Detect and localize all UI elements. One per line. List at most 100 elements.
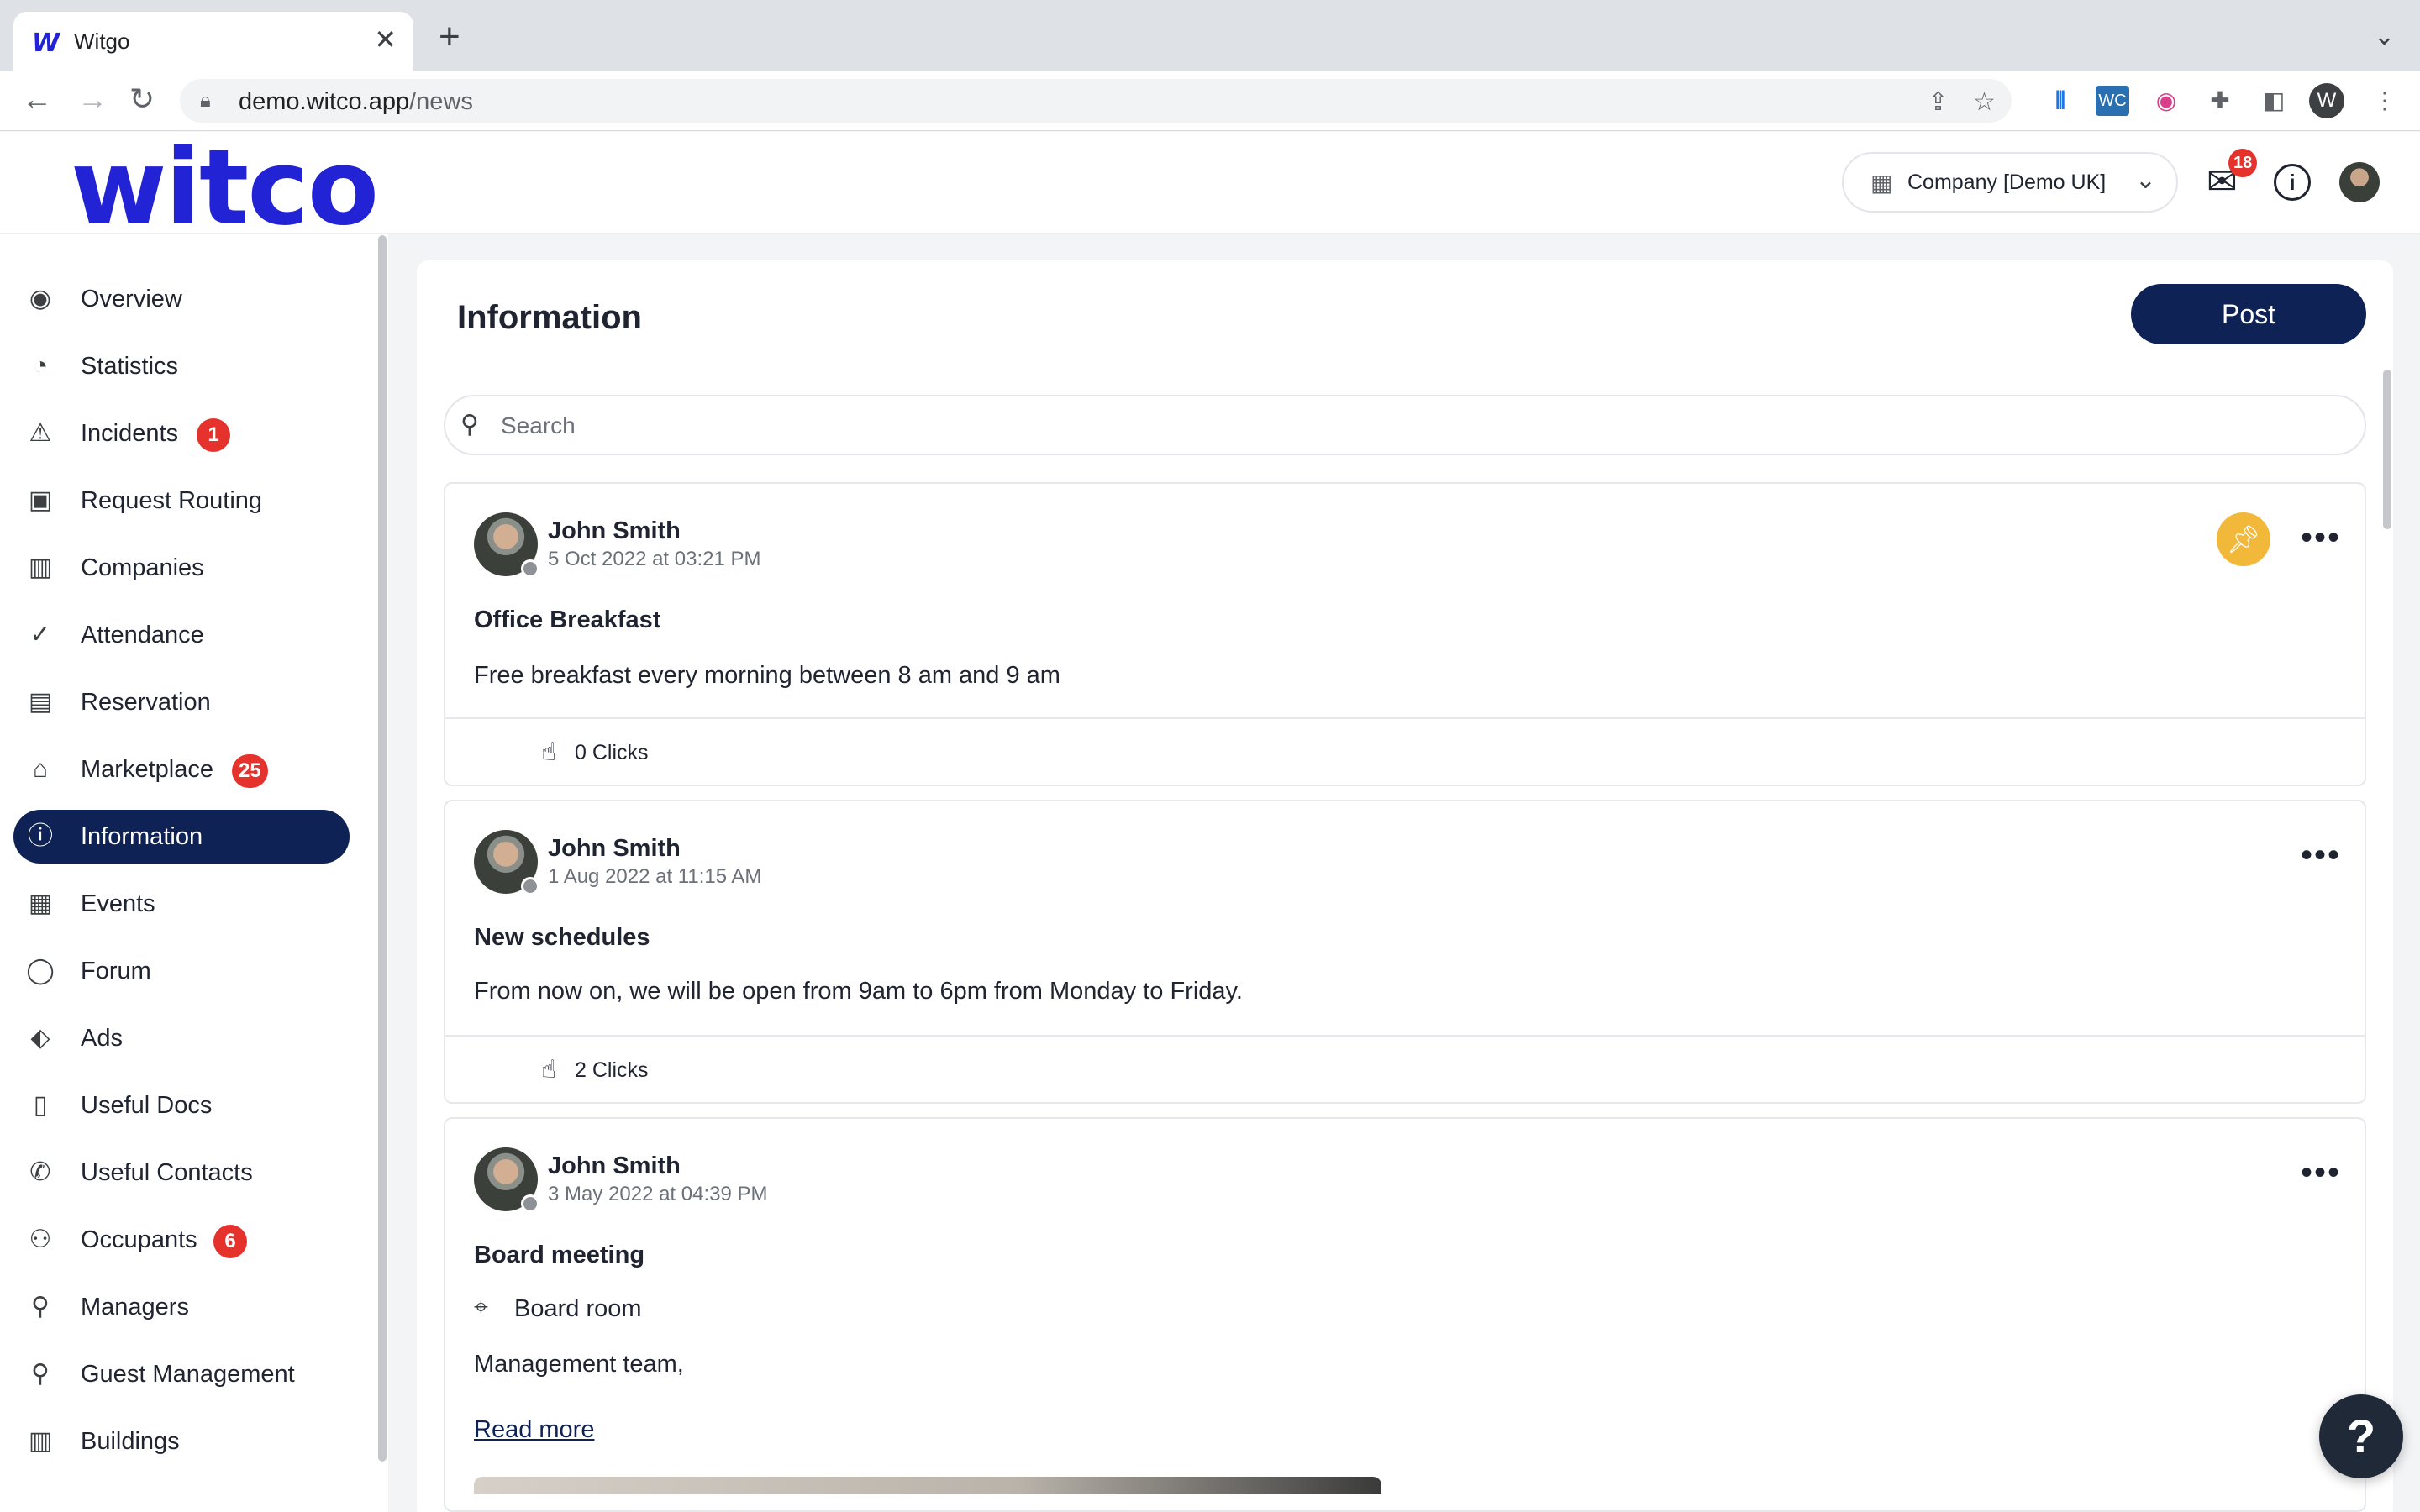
status-dot <box>521 877 539 895</box>
extension-bars-icon[interactable]: ⫴ <box>2045 86 2075 116</box>
sidebar-item-information[interactable]: ⓘ Information <box>13 810 350 864</box>
pin-icon[interactable]: 📌︎ <box>2217 512 2270 566</box>
sidebar-item-companies[interactable]: ▥ Companies <box>13 541 350 595</box>
users-icon: ⚇ <box>29 1226 52 1253</box>
info-icon: ⓘ <box>28 822 53 850</box>
extension-color-icon[interactable]: ◉ <box>2151 86 2181 116</box>
sidebar-item-incidents[interactable]: ⚠ Incidents 1 <box>13 407 350 460</box>
read-more-link[interactable]: Read more <box>474 1416 594 1444</box>
sidebar-item-events[interactable]: ▦ Events <box>13 877 350 931</box>
more-options-icon[interactable]: ••• <box>2301 838 2341 872</box>
post-footer: ☝ 2 Clicks <box>445 1035 2365 1102</box>
sidebar-item-forum[interactable]: ◯ Forum <box>13 944 350 998</box>
post-button[interactable]: Post <box>2131 284 2366 344</box>
sidebar-item-ads[interactable]: ⬖ Ads <box>13 1011 350 1065</box>
post-body: Free breakfast every morning between 8 a… <box>474 662 1060 689</box>
profile-avatar-icon[interactable]: W <box>2309 83 2344 118</box>
sidebar-item-label: Useful Docs <box>81 1092 213 1119</box>
sidebar-item-overview[interactable]: ◉ Overview <box>13 272 350 326</box>
sidebar-item-label: Forum <box>81 958 151 984</box>
sidebar-item-label: Buildings <box>81 1428 180 1455</box>
status-dot <box>521 559 539 578</box>
eye-icon: ◉ <box>29 285 52 312</box>
sidebar-item-label: Managers <box>81 1294 189 1320</box>
bookmark-star-icon[interactable]: ☆ <box>1973 87 1996 117</box>
extensions-puzzle-icon[interactable]: ✚ <box>2205 86 2235 116</box>
sidebar-item-label: Information <box>81 823 203 850</box>
news-post[interactable]: John Smith 5 Oct 2022 at 03:21 PM 📌︎ •••… <box>444 482 2366 786</box>
post-title: Office Breakfast <box>474 606 661 633</box>
store-icon: ⌂ <box>32 755 49 783</box>
witgo-favicon-icon: W <box>32 29 60 58</box>
extension-wc-icon[interactable]: WC <box>2096 86 2129 116</box>
news-post[interactable]: John Smith 1 Aug 2022 at 11:15 AM ••• Ne… <box>444 800 2366 1104</box>
close-tab-icon[interactable]: ✕ <box>374 24 397 55</box>
tab-search-chevron-icon[interactable]: ⌄ <box>2374 22 2395 51</box>
forward-icon[interactable]: → <box>77 82 108 116</box>
post-image[interactable] <box>474 1477 1381 1494</box>
building-icon: ▦ <box>1870 170 1893 196</box>
post-body: Management team, <box>474 1351 684 1378</box>
sidebar-item-label: Marketplace <box>81 756 213 783</box>
help-button[interactable]: ? <box>2319 1394 2403 1478</box>
post-date: 5 Oct 2022 at 03:21 PM <box>548 548 761 570</box>
mail-badge: 18 <box>2228 149 2258 177</box>
sidebar-item-attendance[interactable]: ✓ Attendance <box>13 608 350 662</box>
sidebar-scrollbar[interactable] <box>378 235 387 1462</box>
url-text[interactable]: demo.witco.app/news <box>239 88 473 116</box>
address-bar[interactable]: 🔒︎ demo.witco.app/news ⇪ ☆ <box>180 79 2012 123</box>
sidebar-item-statistics[interactable]: ◔ Statistics <box>13 339 350 393</box>
witco-logo[interactable]: witco <box>71 134 379 243</box>
back-icon[interactable]: ← <box>22 82 52 116</box>
news-post[interactable]: John Smith 3 May 2022 at 04:39 PM ••• Bo… <box>444 1117 2366 1512</box>
calendar-icon: ▤ <box>28 688 53 716</box>
browser-menu-icon[interactable]: ⋮ <box>2370 86 2400 116</box>
post-date: 3 May 2022 at 04:39 PM <box>548 1183 768 1205</box>
sidebar: ◉ Overview ◔ Statistics ⚠ Incidents 1 ▣ … <box>0 234 388 1512</box>
tab-title: Witgo <box>74 29 130 54</box>
sidebar-item-useful-docs[interactable]: ▯ Useful Docs <box>13 1079 350 1132</box>
company-selector[interactable]: ▦ Company [Demo UK] ⌄ <box>1842 152 2178 213</box>
sidebar-item-guest-management[interactable]: ⚲ Guest Management <box>13 1347 350 1401</box>
click-hand-icon: ☝ <box>541 1056 557 1084</box>
sidebar-item-useful-contacts[interactable]: ✆ Useful Contacts <box>13 1146 350 1200</box>
location-pin-icon: ⌖ <box>474 1294 488 1321</box>
post-clicks: 0 Clicks <box>575 741 649 764</box>
side-panel-icon[interactable]: ◧ <box>2259 86 2289 116</box>
sidebar-item-request-routing[interactable]: ▣ Request Routing <box>13 474 350 528</box>
sidebar-item-label: Companies <box>81 554 204 581</box>
page-title: Information <box>457 299 642 336</box>
user-icon: ⚲ <box>31 1293 50 1320</box>
sidebar-item-buildings[interactable]: ▥ Buildings <box>13 1415 350 1468</box>
search-input[interactable] <box>501 407 2265 445</box>
main-scrollbar[interactable] <box>2383 370 2391 529</box>
post-date: 1 Aug 2022 at 11:15 AM <box>548 865 762 888</box>
sidebar-item-managers[interactable]: ⚲ Managers <box>13 1280 350 1334</box>
post-author[interactable]: John Smith <box>548 1152 681 1180</box>
post-author[interactable]: John Smith <box>548 835 681 863</box>
post-author[interactable]: John Smith <box>548 517 681 545</box>
sidebar-item-label: Events <box>81 890 155 917</box>
sidebar-item-label: Overview <box>81 286 182 312</box>
new-tab-icon[interactable]: + <box>439 18 460 55</box>
more-options-icon[interactable]: ••• <box>2301 1156 2341 1189</box>
sidebar-item-label: Incidents <box>81 420 179 447</box>
chat-bubble-icon: ◯ <box>26 957 55 984</box>
post-body: From now on, we will be open from 9am to… <box>474 978 1243 1005</box>
sidebar-item-marketplace[interactable]: ⌂ Marketplace 25 <box>13 743 350 796</box>
lock-icon[interactable]: 🔒︎ <box>200 89 211 113</box>
post-footer: ☝ 0 Clicks <box>445 717 2365 785</box>
post-location: Board room <box>514 1295 642 1322</box>
browser-tab[interactable]: W Witgo ✕ <box>13 12 413 71</box>
share-icon[interactable]: ⇪ <box>1928 87 1949 117</box>
sidebar-item-reservation[interactable]: ▤ Reservation <box>13 675 350 729</box>
search-bar[interactable]: ⚲ <box>444 395 2366 455</box>
info-icon[interactable]: i <box>2274 164 2311 201</box>
more-options-icon[interactable]: ••• <box>2301 521 2341 554</box>
post-clicks: 2 Clicks <box>575 1058 649 1082</box>
user-avatar[interactable] <box>2339 162 2380 202</box>
sidebar-item-label: Statistics <box>81 353 179 380</box>
sidebar-item-occupants[interactable]: ⚇ Occupants 6 <box>13 1213 350 1267</box>
reload-icon[interactable]: ↻ <box>129 82 155 116</box>
marketplace-badge: 25 <box>232 754 268 788</box>
